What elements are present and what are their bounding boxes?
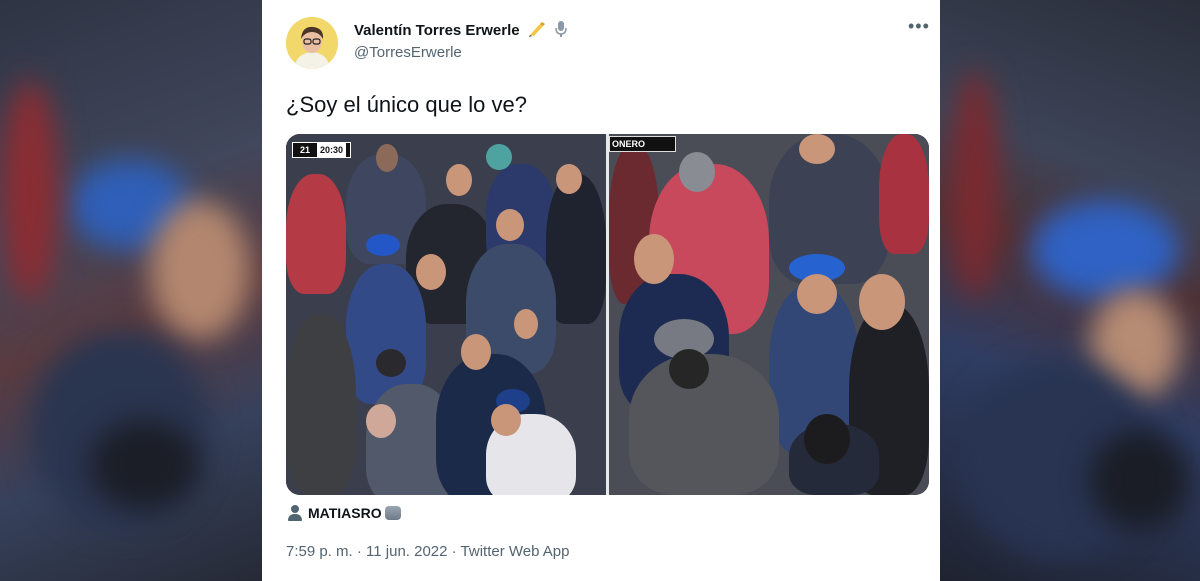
avatar-image <box>286 17 338 69</box>
avatar[interactable] <box>286 17 338 69</box>
tweet-text: ¿Soy el único que lo ve? <box>286 92 527 117</box>
crowd-photo-right[interactable]: ONERO <box>609 134 929 495</box>
writing-hand-icon <box>528 21 546 41</box>
blurred-background-right <box>940 0 1200 581</box>
scoreboard-clock: 20:30 <box>317 143 347 157</box>
blurred-background-left <box>0 0 262 581</box>
more-options-icon[interactable]: ••• <box>908 17 930 37</box>
scoreboard-team: 21 <box>300 145 311 155</box>
scoreboard-overlay: 21 20:30 <box>292 142 352 158</box>
microphone-icon <box>554 20 568 42</box>
tweet-timestamp[interactable]: 7:59 p. m. · 11 jun. 2022 · Twitter Web … <box>286 543 570 560</box>
display-name-text: Valentín Torres Erwerle <box>354 21 520 39</box>
user-handle[interactable]: @TorresErwerle <box>354 44 462 61</box>
display-name[interactable]: Valentín Torres Erwerle <box>354 20 568 42</box>
media-credit[interactable]: MATIASRO <box>288 503 401 523</box>
broadcast-chyron: ONERO <box>609 136 677 152</box>
tweet-media[interactable]: 21 20:30 ONERO <box>286 134 929 495</box>
crowd-photo-left[interactable]: 21 20:30 <box>286 134 606 495</box>
stadium-emoji-icon <box>384 506 401 520</box>
media-credit-name: MATIASRO <box>308 505 382 521</box>
person-icon <box>288 505 302 521</box>
